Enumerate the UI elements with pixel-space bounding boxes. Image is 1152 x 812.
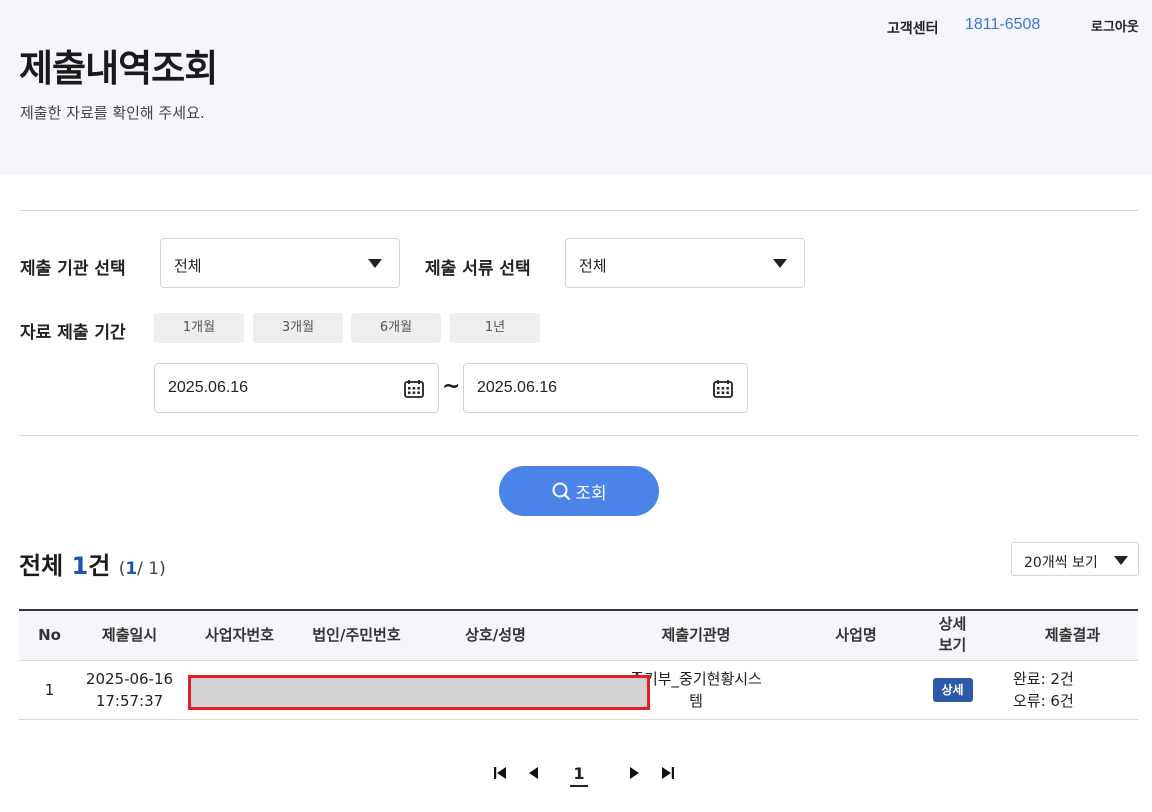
document-label: 제출 서류 선택 [425,259,531,279]
customer-center-label: 고객센터 [887,21,939,37]
col-header-detail: 상세 보기 [938,615,967,655]
calendar-icon[interactable] [713,379,733,398]
chevron-down-icon [1114,556,1128,565]
date-from-value: 2025.06.16 [168,379,249,396]
table-header-row: No 제출일시 사업자번호 법인/주민번호 상호/성명 제출기관명 사업명 상세… [19,610,1138,660]
document-select[interactable]: 전체 [565,238,805,288]
search-button-label: 조회 [575,483,607,504]
first-page-icon[interactable] [492,765,508,781]
next-page-icon[interactable] [627,765,643,781]
col-header-agency: 제출기관명 [661,625,731,644]
summary-prefix: 전체 [19,552,64,580]
date-range-separator: ~ [442,374,461,399]
search-button[interactable]: 조회 [499,466,659,516]
col-header-corp-number: 법인/주민번호 [312,625,401,644]
cell-result: 완료: 2건오류: 6건 [1007,660,1138,719]
per-page-select[interactable]: 20개씩 보기 [1011,542,1139,576]
section-divider [19,210,1138,211]
calendar-icon[interactable] [404,379,424,398]
date-from-input[interactable]: 2025.06.16 [154,363,439,413]
page-indicator: (1/ 1) [118,559,166,579]
cell-no: 1 [44,680,55,699]
logout-link[interactable]: 로그아웃 [1091,16,1139,35]
col-header-no: No [38,625,61,644]
period-label: 자료 제출 기간 [20,323,126,343]
cell-project [814,660,898,719]
period-6month-button[interactable]: 6개월 [351,313,441,343]
col-header-project: 사업명 [835,625,877,644]
cell-detail: 상세 [898,660,1007,719]
cell-date: 2025-06-16 17:57:37 [85,669,174,710]
page-title: 제출내역조회 [19,47,218,90]
result-summary: 전체 1건 (1/ 1) [19,546,166,581]
col-header-biz-number: 사업자번호 [204,625,274,644]
search-icon [552,482,571,501]
date-to-value: 2025.06.16 [477,379,558,396]
document-select-value: 전체 [579,257,607,275]
result-count: 1 [71,552,89,580]
period-1year-button[interactable]: 1년 [450,313,540,343]
period-1month-button[interactable]: 1개월 [154,313,244,343]
agency-select-value: 전체 [174,257,202,275]
page-header: 제출내역조회 제출한 자료를 확인해 주세요. 고객센터 1811-6508 로… [0,0,1152,175]
agency-label: 제출 기관 선택 [20,259,126,279]
page-subtitle: 제출한 자료를 확인해 주세요. [20,104,205,122]
redacted-area [188,675,650,710]
customer-center-phone[interactable]: 1811-6508 [965,16,1040,34]
prev-page-icon[interactable] [525,765,541,781]
chevron-down-icon [368,259,382,268]
result-success: 완료: 2건 [1013,669,1074,688]
result-error: 오류: 6건 [1013,691,1074,710]
per-page-value: 20개씩 보기 [1024,555,1098,571]
col-header-result: 제출결과 [1044,625,1101,644]
page-number-current[interactable]: 1 [570,764,588,787]
col-header-company-name: 상호/성명 [465,625,526,644]
last-page-icon[interactable] [660,765,676,781]
section-divider [19,435,1138,436]
detail-button[interactable]: 상세 [932,677,973,702]
agency-select[interactable]: 전체 [160,238,400,288]
chevron-down-icon [773,259,787,268]
period-3month-button[interactable]: 3개월 [253,313,343,343]
summary-suffix: 건 [88,552,111,580]
col-header-date: 제출일시 [101,625,158,644]
current-page: 1 [125,559,138,579]
date-to-input[interactable]: 2025.06.16 [463,363,748,413]
